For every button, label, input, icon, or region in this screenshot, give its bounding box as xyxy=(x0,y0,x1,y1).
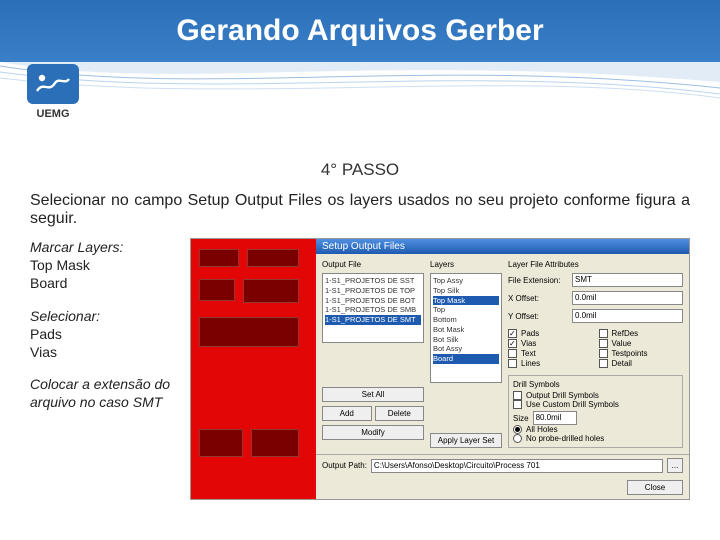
all-holes-radio[interactable] xyxy=(513,425,522,434)
list-item[interactable]: Top xyxy=(433,305,499,315)
custom-drill-checkbox[interactable] xyxy=(513,400,522,409)
detail-checkbox[interactable] xyxy=(599,359,608,368)
extension-note: Colocar a extensão do arquivo no caso SM… xyxy=(30,375,180,411)
output-path-label: Output Path: xyxy=(322,461,367,470)
output-drill-checkbox[interactable] xyxy=(513,391,522,400)
mark-layer-item: Top Mask xyxy=(30,256,180,274)
testpoints-checkbox[interactable] xyxy=(599,349,608,358)
app-screenshot: Setup Output Files Output File 1-S1_PROJ… xyxy=(190,238,690,500)
list-item[interactable]: 1-S1_PROJETOS DE SMB xyxy=(325,305,421,315)
layers-list[interactable]: Top Assy Top Silk Top Mask Top Bottom Bo… xyxy=(430,273,502,383)
yoffset-label: Y Offset: xyxy=(508,312,568,321)
delete-button[interactable]: Delete xyxy=(375,406,425,421)
layers-label: Layers xyxy=(430,260,502,269)
file-ext-label: File Extension: xyxy=(508,276,568,285)
value-checkbox[interactable] xyxy=(599,339,608,348)
slide-content: 4° PASSO Selecionar no campo Setup Outpu… xyxy=(30,160,690,500)
mark-layers-title: Marcar Layers: xyxy=(30,238,180,256)
pads-checkbox[interactable] xyxy=(508,329,517,338)
list-item[interactable]: Top Assy xyxy=(433,276,499,286)
list-item[interactable]: Bottom xyxy=(433,315,499,325)
output-file-label: Output File xyxy=(322,260,424,269)
list-item[interactable]: Top Silk xyxy=(433,286,499,296)
setup-output-dialog: Setup Output Files Output File 1-S1_PROJ… xyxy=(316,239,689,499)
select-item: Pads xyxy=(30,325,180,343)
lines-checkbox[interactable] xyxy=(508,359,517,368)
xoffset-label: X Offset: xyxy=(508,294,568,303)
header-wave xyxy=(0,62,720,102)
vias-checkbox[interactable] xyxy=(508,339,517,348)
logo-text: UEMG xyxy=(18,108,88,120)
text-checkbox[interactable] xyxy=(508,349,517,358)
step-description: Selecionar no campo Setup Output Files o… xyxy=(30,192,690,228)
list-item[interactable]: 1-S1_PROJETOS DE SST xyxy=(325,276,421,286)
slide-title: Gerando Arquivos Gerber xyxy=(176,14,543,48)
slide-header: Gerando Arquivos Gerber xyxy=(0,0,720,62)
modify-button[interactable]: Modify xyxy=(322,425,424,440)
xoffset-field[interactable]: 0.0mil xyxy=(572,291,683,305)
logo: UEMG xyxy=(18,64,88,120)
no-probe-radio[interactable] xyxy=(513,434,522,443)
output-files-list[interactable]: 1-S1_PROJETOS DE SST 1-S1_PROJETOS DE TO… xyxy=(322,273,424,343)
refdes-checkbox[interactable] xyxy=(599,329,608,338)
dialog-titlebar: Setup Output Files xyxy=(316,239,689,254)
output-path-field[interactable]: C:\Users\Afonso\Desktop\Circuito\Process… xyxy=(371,459,663,473)
add-button[interactable]: Add xyxy=(322,406,372,421)
list-item[interactable]: Bot Mask xyxy=(433,325,499,335)
file-ext-field[interactable]: SMT xyxy=(572,273,683,287)
list-item[interactable]: Board xyxy=(433,354,499,364)
yoffset-field[interactable]: 0.0mil xyxy=(572,309,683,323)
list-item[interactable]: 1-S1_PROJETOS DE BOT xyxy=(325,296,421,306)
select-item: Vias xyxy=(30,343,180,361)
set-all-button[interactable]: Set All xyxy=(322,387,424,402)
instructions: Marcar Layers: Top Mask Board Selecionar… xyxy=(30,238,180,500)
drill-symbols-group: Drill Symbols Output Drill Symbols Use C… xyxy=(508,375,683,448)
pcb-preview xyxy=(191,239,316,499)
close-button[interactable]: Close xyxy=(627,480,683,495)
mark-layer-item: Board xyxy=(30,274,180,292)
select-title: Selecionar: xyxy=(30,307,180,325)
browse-button[interactable]: ... xyxy=(667,458,683,473)
apply-layer-set-button[interactable]: Apply Layer Set xyxy=(430,433,502,448)
list-item[interactable]: Bot Assy xyxy=(433,344,499,354)
drill-size-field[interactable]: 80.0mil xyxy=(533,411,577,425)
lower-area: Marcar Layers: Top Mask Board Selecionar… xyxy=(30,238,690,500)
list-item[interactable]: 1-S1_PROJETOS DE SMT xyxy=(325,315,421,325)
file-attr-title: Layer File Attributes xyxy=(508,260,683,269)
list-item[interactable]: 1-S1_PROJETOS DE TOP xyxy=(325,286,421,296)
list-item[interactable]: Top Mask xyxy=(433,296,499,306)
list-item[interactable]: Bot Silk xyxy=(433,335,499,345)
logo-badge xyxy=(27,64,79,104)
step-label: 4° PASSO xyxy=(30,160,690,180)
